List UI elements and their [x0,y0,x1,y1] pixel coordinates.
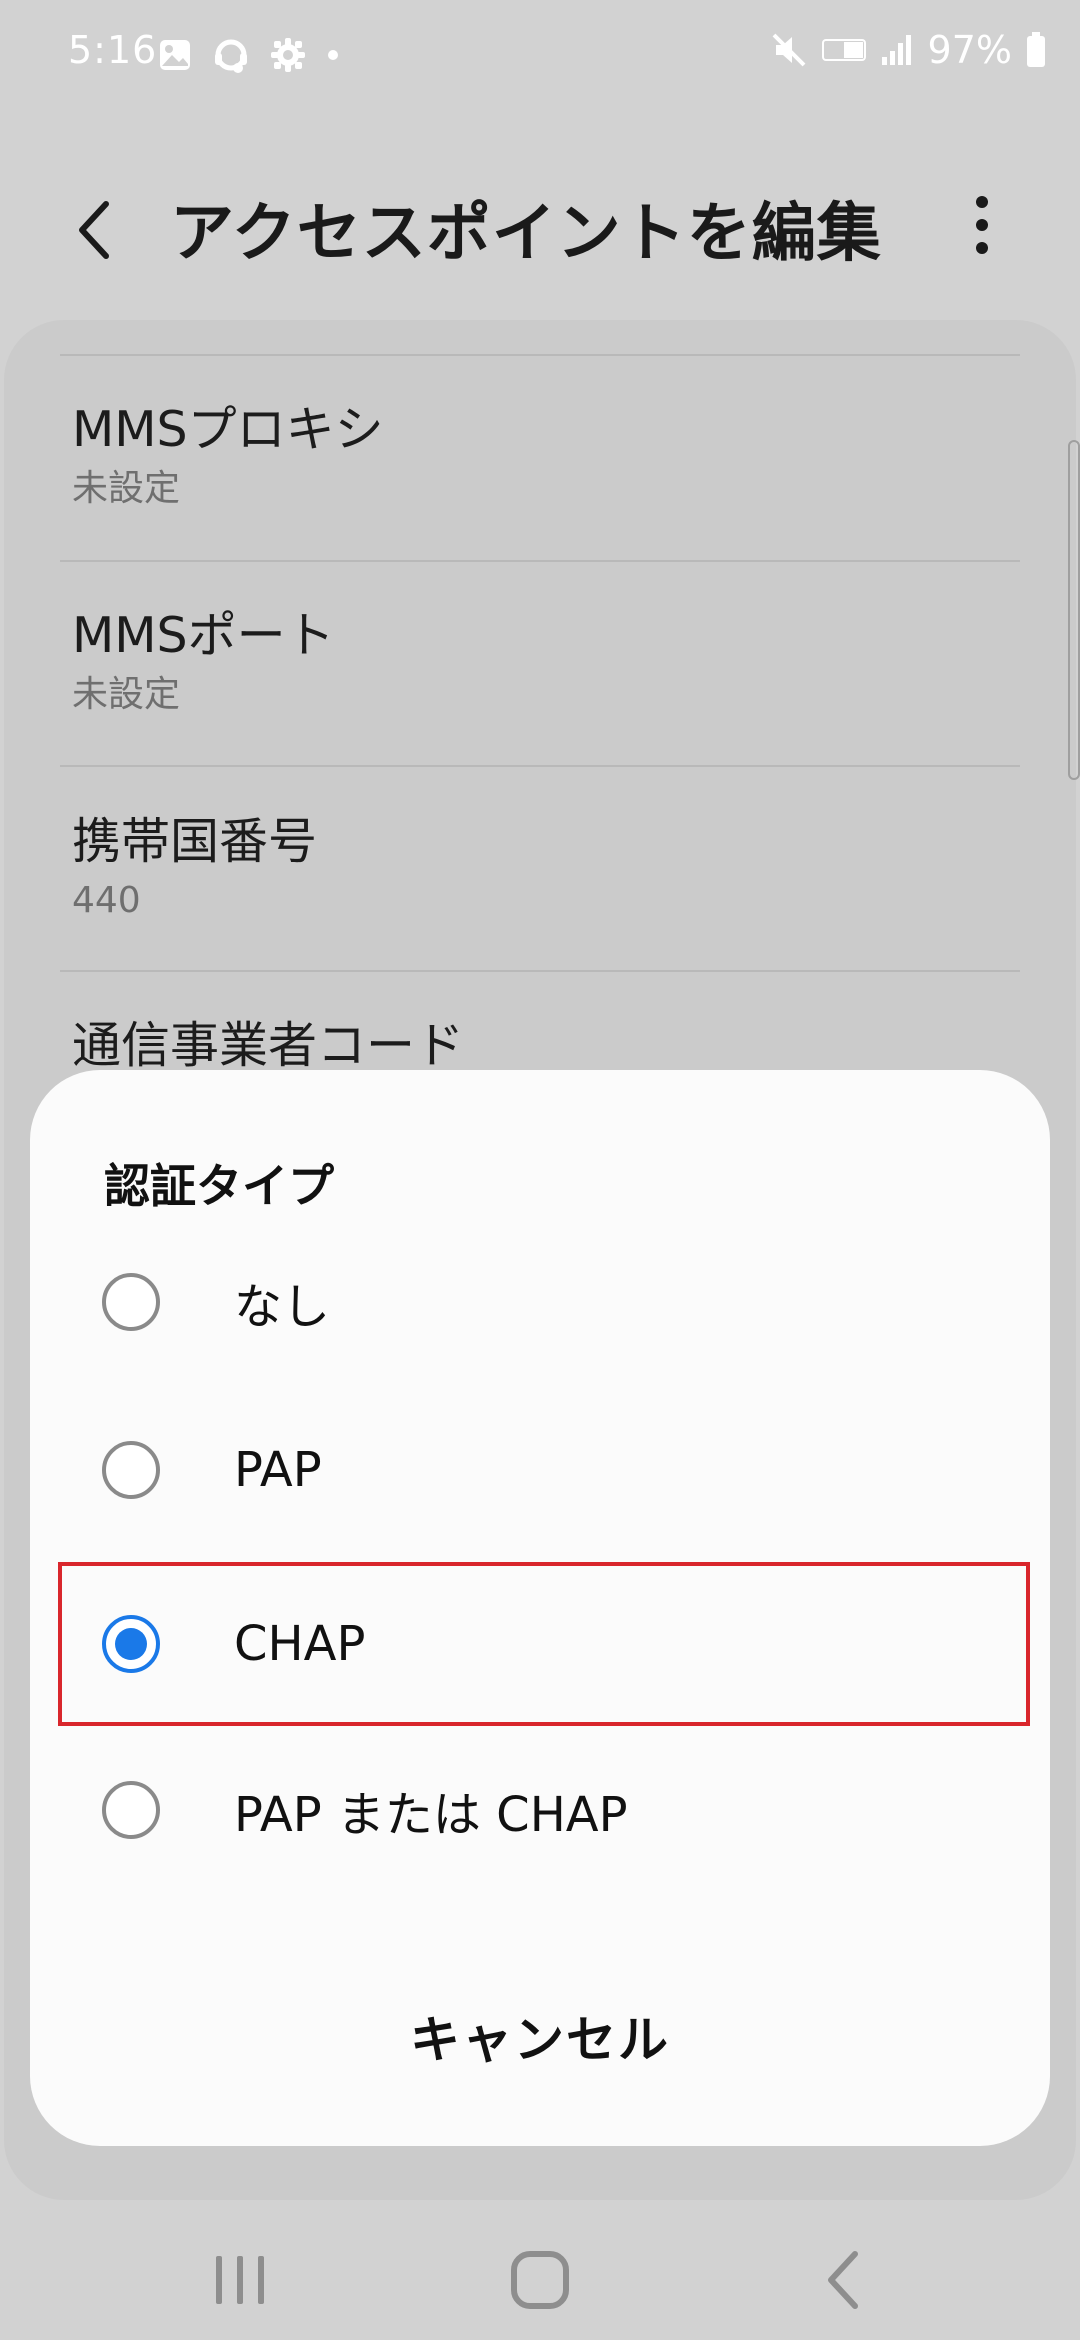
radio-button[interactable] [102,1441,160,1499]
home-icon[interactable] [490,2240,590,2320]
more-options-icon[interactable] [960,190,1004,260]
dot-icon [328,50,338,60]
back-arrow-icon[interactable] [62,190,132,270]
battery-icon [1027,32,1045,67]
status-bar: 5:16 97% [0,0,1080,104]
option-pap-or-chap[interactable]: PAP または CHAP [30,1730,1050,1890]
setting-title: MMSポート [72,607,335,664]
option-none[interactable]: なし [30,1222,1050,1382]
divider [60,354,1020,356]
battery-percentage: 97% [927,28,1012,72]
option-label: PAP [234,1442,322,1498]
status-time: 5:16 [68,28,158,72]
auth-type-dialog: 認証タイプ なし PAP CHAP PAP または CHAP キャンセル [30,1070,1050,2146]
setting-title: 携帯国番号 [72,813,318,870]
dialog-title: 認証タイプ [104,1159,334,1213]
setting-summary: 未設定 [72,468,181,509]
setting-mcc[interactable]: 携帯国番号 440 [72,812,972,926]
settings-gear-icon [271,38,305,72]
signal-icon [881,35,911,65]
divider [60,765,1020,767]
status-notification-icons [158,36,340,74]
navigation-bar [0,2200,1080,2340]
status-system-icons: 97% [770,28,1046,72]
option-pap[interactable]: PAP [30,1390,1050,1550]
option-label: なし [234,1279,331,1335]
recent-apps-icon[interactable] [190,2240,290,2320]
option-label: PAP または CHAP [234,1787,628,1843]
divider [60,970,1020,972]
setting-title: MMSプロキシ [72,401,384,458]
back-icon[interactable] [795,2240,895,2320]
radio-button[interactable] [102,1273,160,1331]
headset-sync-icon [215,39,247,73]
setting-mms-proxy[interactable]: MMSプロキシ 未設定 [72,400,972,514]
setting-summary: 440 [72,880,141,921]
cancel-button[interactable]: キャンセル [240,1990,840,2090]
mute-icon [772,33,805,67]
setting-summary: 未設定 [72,674,181,715]
highlight-box [58,1562,1030,1726]
divider [60,560,1020,562]
page-title: アクセスポイントを編集 [170,197,882,271]
volte-icon [821,39,866,61]
setting-mnc[interactable]: 通信事業者コード [72,1016,972,1076]
scrollbar[interactable] [1068,440,1080,780]
setting-mms-port[interactable]: MMSポート 未設定 [72,606,972,720]
gallery-icon [160,40,190,70]
setting-title: 通信事業者コード [72,1017,465,1074]
radio-button[interactable] [102,1781,160,1839]
